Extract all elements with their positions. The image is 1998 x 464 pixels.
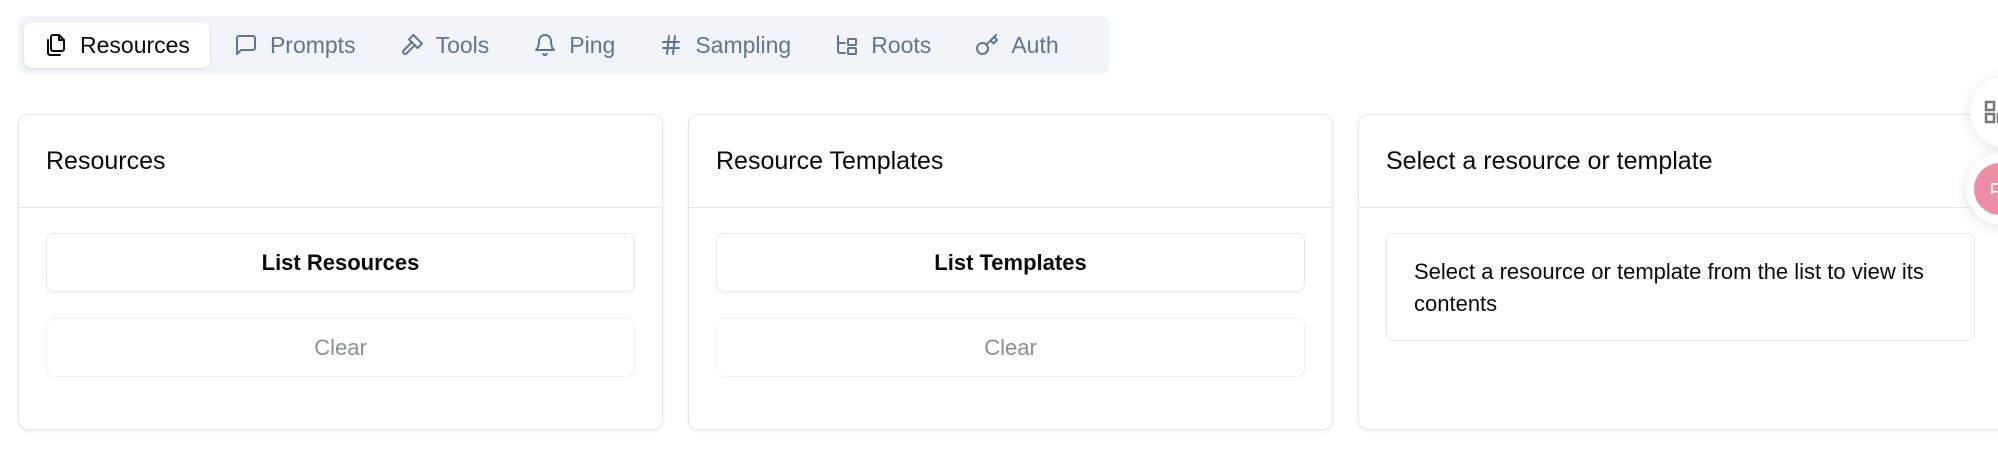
key-icon <box>976 34 999 55</box>
tab-ping[interactable]: Ping <box>513 22 635 68</box>
tab-roots[interactable]: Roots <box>815 22 951 68</box>
list-templates-button[interactable]: List Templates <box>716 233 1305 292</box>
card-title: Resources <box>19 115 662 208</box>
clear-button[interactable]: Clear <box>46 318 635 377</box>
tab-sampling[interactable]: Sampling <box>639 22 811 68</box>
tab-prompts[interactable]: Prompts <box>214 22 376 68</box>
folder-tree-icon <box>837 35 858 55</box>
hash-icon <box>662 35 681 55</box>
resource-detail-card: Select a resource or template Select a r… <box>1358 114 1998 430</box>
resources-card: Resources List Resources Clear <box>18 114 663 430</box>
hammer-icon <box>401 34 423 55</box>
message-square-icon <box>235 35 256 55</box>
tab-label: Auth <box>1011 31 1059 58</box>
tab-label: Resources <box>80 31 190 58</box>
card-title: Resource Templates <box>689 115 1332 208</box>
bell-icon <box>535 34 556 57</box>
empty-state-message: Select a resource or template from the l… <box>1386 233 1975 341</box>
tab-label: Tools <box>435 31 490 58</box>
tab-label: Roots <box>871 31 932 58</box>
tab-label: Prompts <box>269 31 356 58</box>
tab-auth[interactable]: Auth <box>955 22 1078 68</box>
tab-tools[interactable]: Tools <box>380 22 510 68</box>
files-icon <box>47 34 65 56</box>
ime-icon: 中 <box>1974 163 1998 215</box>
list-resources-button[interactable]: List Resources <box>46 233 635 292</box>
tab-label: Sampling <box>695 31 792 58</box>
card-title: Select a resource or template <box>1359 115 1998 208</box>
tab-label: Ping <box>569 31 616 58</box>
grid-icon <box>1984 100 1998 124</box>
clear-button[interactable]: Clear <box>716 318 1305 377</box>
tab-resources[interactable]: Resources <box>24 22 210 68</box>
tab-list: Resources Prompts Tools Ping Sampling Ro… <box>18 16 1110 74</box>
resource-templates-card: Resource Templates List Templates Clear <box>688 114 1333 430</box>
